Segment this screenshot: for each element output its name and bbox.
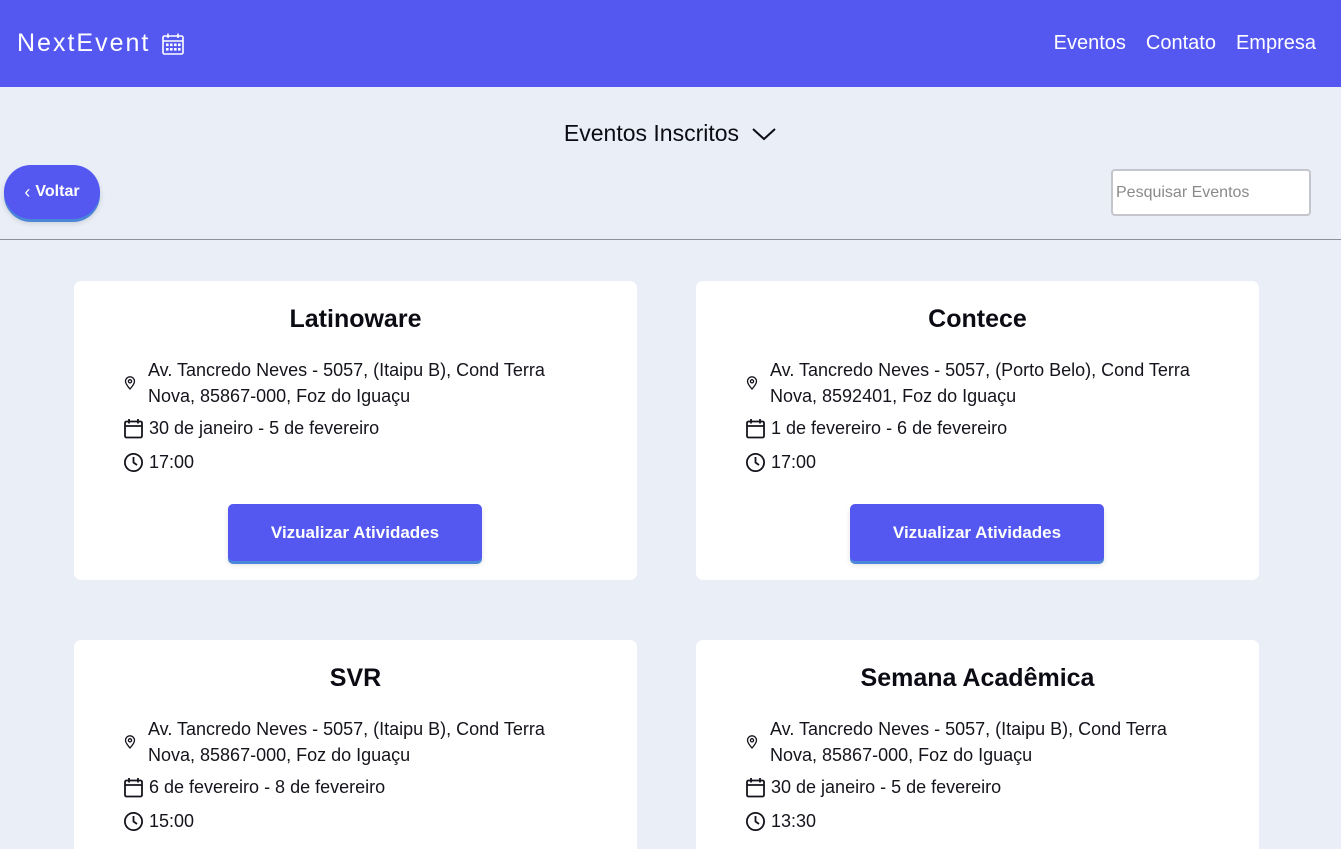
event-time-text: 13:30 [771, 811, 817, 831]
clock-icon [123, 811, 144, 832]
event-time: 17:00 [123, 452, 194, 473]
section-title: Eventos Inscritos [563, 120, 740, 146]
view-activities-button[interactable]: Vizualizar Atividades [228, 504, 482, 561]
subheader: Eventos Inscritos ‹ Voltar [0, 87, 1341, 240]
brand-name[interactable]: NextEvent [17, 29, 150, 58]
brand[interactable]: NextEvent [17, 29, 185, 58]
event-address: Av. Tancredo Neves - 5057, (Itaipu B), C… [123, 357, 568, 409]
event-address-text: Av. Tancredo Neves - 5057, (Itaipu B), C… [148, 360, 545, 406]
calendar-icon [746, 778, 765, 798]
event-time: 15:00 [123, 811, 194, 832]
nav-links: Eventos Contato Empresa [1054, 32, 1316, 55]
chevron-down-icon [752, 127, 776, 140]
clock-icon [123, 452, 144, 473]
event-time-text: 17:00 [771, 452, 817, 472]
event-address: Av. Tancredo Neves - 5057, (Itaipu B), C… [123, 716, 568, 768]
calendar-icon [124, 778, 143, 798]
event-time-text: 15:00 [149, 811, 195, 831]
event-card: SVR Av. Tancredo Neves - 5057, (Itaipu B… [74, 640, 637, 849]
event-time: 17:00 [745, 452, 816, 473]
map-pin-icon [124, 376, 136, 390]
calendar-icon [162, 33, 185, 55]
back-button-label: Voltar [35, 183, 80, 200]
nav-link-eventos[interactable]: Eventos [1054, 32, 1126, 55]
event-address-text: Av. Tancredo Neves - 5057, (Itaipu B), C… [148, 719, 545, 765]
event-time-text: 17:00 [149, 452, 195, 472]
calendar-icon [124, 419, 143, 439]
back-button[interactable]: ‹ Voltar [4, 165, 100, 219]
event-title: Latinoware [289, 305, 422, 333]
clock-icon [745, 811, 766, 832]
event-title: SVR [329, 664, 382, 692]
event-address-text: Av. Tancredo Neves - 5057, (Porto Belo),… [770, 360, 1190, 406]
chevron-left-icon: ‹ [24, 181, 31, 202]
event-address: Av. Tancredo Neves - 5057, (Porto Belo),… [745, 357, 1190, 409]
section-toggle[interactable]: Eventos Inscritos [0, 120, 1341, 147]
event-address: Av. Tancredo Neves - 5057, (Itaipu B), C… [745, 716, 1190, 768]
event-dates: 30 de janeiro - 5 de fevereiro [745, 777, 1001, 798]
event-dates: 30 de janeiro - 5 de fevereiro [123, 418, 379, 439]
event-card: Latinoware Av. Tancredo Neves - 5057, (I… [74, 281, 637, 580]
event-dates: 6 de fevereiro - 8 de fevereiro [123, 777, 385, 798]
event-dates: 1 de fevereiro - 6 de fevereiro [745, 418, 1007, 439]
event-dates-text: 6 de fevereiro - 8 de fevereiro [149, 777, 386, 797]
map-pin-icon [746, 735, 758, 749]
calendar-icon [746, 419, 765, 439]
map-pin-icon [746, 376, 758, 390]
clock-icon [745, 452, 766, 473]
event-dates-text: 30 de janeiro - 5 de fevereiro [149, 418, 380, 438]
view-activities-button[interactable]: Vizualizar Atividades [850, 504, 1104, 561]
nav-link-empresa[interactable]: Empresa [1236, 32, 1316, 55]
event-card: Semana Acadêmica Av. Tancredo Neves - 50… [696, 640, 1259, 849]
event-dates-text: 30 de janeiro - 5 de fevereiro [771, 777, 1002, 797]
nav-link-contato[interactable]: Contato [1146, 32, 1216, 55]
search-input[interactable] [1111, 169, 1311, 216]
event-address-text: Av. Tancredo Neves - 5057, (Itaipu B), C… [770, 719, 1167, 765]
event-dates-text: 1 de fevereiro - 6 de fevereiro [771, 418, 1008, 438]
event-card: Contece Av. Tancredo Neves - 5057, (Port… [696, 281, 1259, 580]
navbar: NextEvent Eventos Contato Empresa [0, 0, 1341, 87]
event-title: Contece [928, 305, 1027, 333]
event-time: 13:30 [745, 811, 816, 832]
event-title: Semana Acadêmica [860, 664, 1095, 692]
map-pin-icon [124, 735, 136, 749]
